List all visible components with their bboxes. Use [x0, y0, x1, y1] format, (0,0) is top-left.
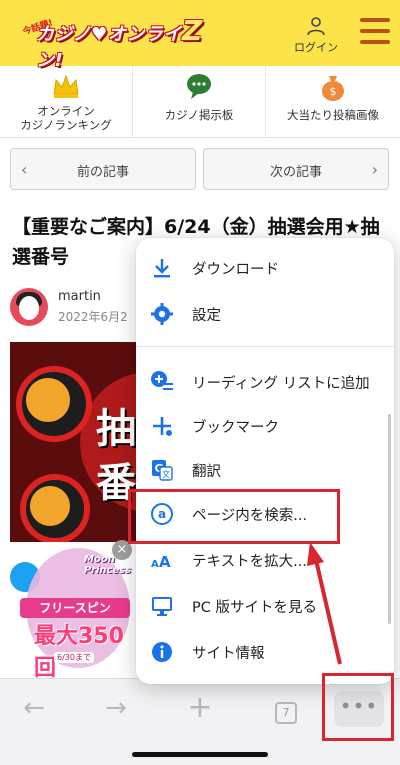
menu-item-download[interactable]: ダウンロード — [136, 248, 394, 288]
promo-until: 6/30まで — [54, 652, 94, 663]
logo-badge: Z — [182, 14, 203, 47]
bookmark-star-icon — [153, 417, 172, 436]
svg-text:$: $ — [330, 85, 337, 98]
site-logo[interactable]: 今話題! カジノ♥オンライン! Z — [22, 14, 204, 71]
menu-label-settings: 設定 — [192, 308, 221, 324]
chat-bubble-icon — [187, 74, 211, 99]
desktop-site-icon — [152, 597, 172, 616]
category-board-label: カジノ掲示板 — [164, 108, 234, 122]
reading-list-add-icon — [151, 371, 173, 390]
highlight-more-button — [322, 673, 394, 741]
text-size-icon: A A — [151, 553, 171, 571]
category-ranking[interactable]: オンライン カジノランキング — [0, 66, 133, 138]
menu-item-site-info[interactable]: サイト情報 — [136, 632, 394, 672]
download-icon — [154, 259, 170, 278]
menu-label-reading-list: リーディング リストに追加 — [192, 376, 370, 392]
menu-item-desktop-site[interactable]: PC 版サイトを見る — [136, 586, 394, 626]
promo-amount: 最大350回 — [34, 624, 124, 681]
menu-label-site-info: サイト情報 — [192, 646, 265, 662]
category-jackpot[interactable]: $ 大当たり投稿画像 — [266, 66, 400, 138]
promo-ribbon: フリースピン — [20, 598, 130, 618]
menu-label-download: ダウンロード — [192, 262, 279, 278]
category-board[interactable]: カジノ掲示板 — [133, 66, 266, 138]
menu-divider — [136, 346, 394, 347]
browser-overflow-menu: ダウンロード 設定 リーディング リストに追加 ブックマーク G 文 翻訳 a … — [136, 238, 394, 684]
crown-icon — [53, 74, 79, 98]
translate-icon: G 文 — [152, 460, 173, 481]
next-article-label: 次の記事 — [269, 165, 322, 180]
menu-item-text-size[interactable]: A A テキストを拡大... — [136, 540, 394, 580]
login-button[interactable]: ログイン — [290, 16, 342, 56]
category-ranking-text: オンライン カジノランキング — [20, 104, 112, 132]
menu-label-text-size: テキストを拡大... — [192, 554, 307, 570]
category-jackpot-label: 大当たり投稿画像 — [287, 108, 379, 122]
forward-arrow-icon[interactable]: → — [96, 693, 136, 723]
next-article-button[interactable]: 次の記事 › — [203, 148, 389, 190]
article-date: 2022年6月2 — [58, 310, 128, 324]
gear-icon — [151, 303, 173, 325]
login-label: ログイン — [294, 41, 338, 54]
user-icon — [307, 17, 325, 36]
new-tab-plus-icon[interactable]: + — [180, 693, 220, 723]
hamburger-menu-icon[interactable] — [360, 18, 390, 44]
category-nav: オンライン カジノランキング カジノ掲示板 $ 大当たり投稿画像 — [0, 66, 400, 138]
logo-text: カジノ♥オンライン! — [36, 24, 182, 71]
money-bag-icon: $ — [322, 76, 344, 101]
svg-text:A: A — [159, 553, 171, 571]
chevron-right-icon: › — [371, 160, 378, 179]
menu-scrollbar[interactable] — [388, 414, 391, 624]
prev-article-button[interactable]: ‹ 前の記事 — [10, 148, 196, 190]
menu-label-translate: 翻訳 — [192, 464, 221, 480]
prev-article-label: 前の記事 — [76, 165, 129, 180]
menu-item-settings[interactable]: 設定 — [136, 294, 394, 334]
info-icon — [152, 642, 172, 662]
category-ranking-label: オンライン カジノランキング — [0, 104, 132, 132]
svg-text:文: 文 — [162, 469, 170, 479]
menu-item-reading-list[interactable]: リーディング リストに追加 — [136, 362, 394, 402]
author-name[interactable]: martin — [58, 289, 101, 304]
tab-count: 7 — [275, 702, 297, 724]
tab-switcher-button[interactable]: 7 — [266, 693, 306, 724]
menu-item-translate[interactable]: G 文 翻訳 — [136, 450, 394, 490]
home-indicator — [132, 752, 268, 757]
site-header: 今話題! カジノ♥オンライン! Z ログイン — [0, 0, 400, 71]
author-avatar[interactable] — [10, 288, 48, 326]
svg-text:A: A — [151, 559, 159, 570]
highlight-find-in-page — [128, 489, 340, 544]
menu-label-bookmark: ブックマーク — [192, 420, 279, 436]
menu-label-desktop-site: PC 版サイトを見る — [192, 600, 317, 616]
menu-item-bookmark[interactable]: ブックマーク — [136, 406, 394, 446]
cat-mascot-graphic — [26, 378, 70, 422]
back-arrow-icon[interactable]: ← — [14, 693, 54, 723]
promo-banner[interactable]: Moon Princess フリースピン 最大350回 6/30まで — [20, 548, 132, 681]
